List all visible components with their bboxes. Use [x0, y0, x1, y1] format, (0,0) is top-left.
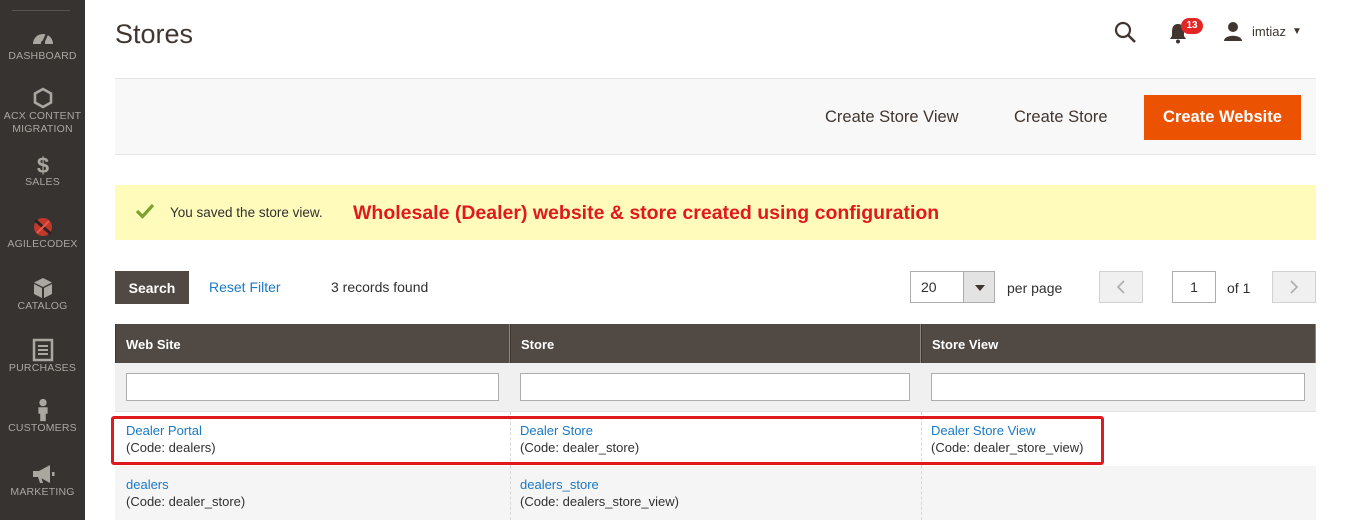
store-code: (Code: dealer_store)	[520, 440, 640, 455]
create-website-button[interactable]: Create Website	[1144, 95, 1301, 140]
records-found-count: 3 records found	[331, 279, 429, 295]
column-divider	[510, 466, 511, 520]
checkmark-icon	[135, 203, 155, 219]
store-code: (Code: dealers_store_view)	[520, 494, 679, 509]
total-pages-label: of 1	[1227, 280, 1251, 296]
sidebar-item-catalog[interactable]: CATALOG	[0, 276, 85, 313]
chevron-down-icon[interactable]	[963, 272, 994, 302]
per-page-label: per page	[1007, 280, 1063, 296]
sidebar-item-sales[interactable]: $ SALES	[0, 152, 85, 189]
reset-filter-link[interactable]: Reset Filter	[209, 279, 281, 295]
create-store-view-button[interactable]: Create Store View	[809, 95, 975, 140]
website-link[interactable]: dealers	[126, 476, 245, 493]
sidebar-item-label: AGILECODEX	[7, 238, 78, 250]
chevron-right-icon	[1290, 280, 1299, 294]
column-divider	[921, 412, 922, 466]
website-cell: Dealer Portal (Code: dealers)	[126, 422, 216, 456]
search-icon[interactable]	[1113, 20, 1137, 44]
column-header-website[interactable]: Web Site	[115, 324, 510, 363]
store-filter-input[interactable]	[520, 373, 910, 401]
sidebar-item-marketing[interactable]: MARKETING	[0, 462, 85, 499]
sidebar-item-label: SALES	[25, 176, 60, 188]
store-view-cell: Dealer Store View (Code: dealer_store_vi…	[931, 422, 1083, 456]
sidebar-item-acx-content-migration[interactable]: ACX CONTENT MIGRATION	[0, 86, 85, 136]
per-page-select[interactable]: 20	[910, 271, 995, 303]
success-message-text: You saved the store view.	[170, 205, 323, 220]
sidebar-item-label: CATALOG	[17, 300, 68, 312]
store-cell: dealers_store (Code: dealers_store_view)	[520, 476, 679, 510]
current-page-input[interactable]: 1	[1172, 271, 1216, 303]
grid-filter-row	[115, 363, 1316, 412]
document-icon	[32, 338, 53, 362]
success-message: You saved the store view. Wholesale (Dea…	[115, 185, 1316, 240]
dollar-icon: $	[36, 153, 48, 176]
sidebar-item-label: DASHBOARD	[8, 50, 77, 62]
website-cell: dealers (Code: dealer_store)	[126, 476, 245, 510]
sidebar-item-label: ACX CONTENT MIGRATION	[3, 110, 82, 135]
table-row: dealers (Code: dealer_store) dealers_sto…	[115, 466, 1316, 520]
grid-toolbar: Search Reset Filter 3 records found 20 p…	[115, 271, 1316, 305]
column-divider	[510, 412, 511, 466]
website-filter-input[interactable]	[126, 373, 499, 401]
create-store-button[interactable]: Create Store	[998, 95, 1124, 140]
chevron-down-icon: ▼	[1291, 25, 1302, 37]
column-header-store-view[interactable]: Store View	[921, 324, 1316, 363]
box-icon	[33, 278, 52, 298]
website-code: (Code: dealers)	[126, 440, 216, 455]
store-view-code: (Code: dealer_store_view)	[931, 440, 1084, 455]
annotation-text: Wholesale (Dealer) website & store creat…	[353, 202, 940, 224]
table-row: Dealer Portal (Code: dealers) Dealer Sto…	[115, 412, 1316, 466]
sidebar-item-label: MARKETING	[10, 486, 75, 498]
svg-text:$: $	[36, 153, 48, 176]
grid-header-row: Web Site Store Store View	[115, 324, 1316, 363]
previous-page-button[interactable]	[1099, 271, 1143, 303]
stores-grid: Web Site Store Store View Dealer Portal …	[115, 324, 1316, 520]
store-cell: Dealer Store (Code: dealer_store)	[520, 422, 639, 456]
sidebar-item-dashboard[interactable]: DASHBOARD	[0, 26, 85, 63]
user-icon	[1224, 22, 1242, 41]
agilecodex-logo-icon	[33, 218, 52, 236]
hexagon-icon	[33, 87, 52, 109]
chevron-left-icon	[1116, 280, 1125, 294]
sidebar-item-label: PURCHASES	[8, 362, 77, 374]
notification-count-badge[interactable]: 13	[1181, 18, 1203, 34]
store-view-link[interactable]: Dealer Store View	[931, 422, 1083, 439]
admin-sidebar: DASHBOARD ACX CONTENT MIGRATION $ SALES …	[0, 0, 85, 520]
username-label: imtiaz	[1252, 23, 1286, 39]
website-link[interactable]: Dealer Portal	[126, 422, 216, 439]
column-divider	[921, 466, 922, 520]
sidebar-item-agilecodex[interactable]: AGILECODEX	[0, 214, 85, 251]
sidebar-item-label: CUSTOMERS	[8, 422, 77, 434]
page-title: Stores	[115, 19, 194, 49]
sidebar-item-purchases[interactable]: PURCHASES	[0, 338, 85, 375]
page-actions-bar: Create Store View Create Store Create We…	[115, 78, 1316, 155]
next-page-button[interactable]	[1272, 271, 1316, 303]
main-content: Stores 13 imtiaz ▼ Create Store View Cre…	[85, 0, 1348, 520]
store-link[interactable]: dealers_store	[520, 476, 679, 493]
store-view-filter-input[interactable]	[931, 373, 1305, 401]
search-button[interactable]: Search	[115, 271, 189, 304]
sidebar-divider	[12, 10, 70, 11]
per-page-value: 20	[921, 279, 937, 295]
website-code: (Code: dealer_store)	[126, 494, 246, 509]
column-header-store[interactable]: Store	[510, 324, 921, 363]
store-link[interactable]: Dealer Store	[520, 422, 639, 439]
sidebar-item-customers[interactable]: CUSTOMERS	[0, 398, 85, 435]
megaphone-icon	[32, 465, 54, 483]
dashboard-icon	[32, 33, 53, 46]
person-icon	[37, 398, 48, 422]
user-account-menu[interactable]: imtiaz ▼	[1223, 19, 1302, 43]
